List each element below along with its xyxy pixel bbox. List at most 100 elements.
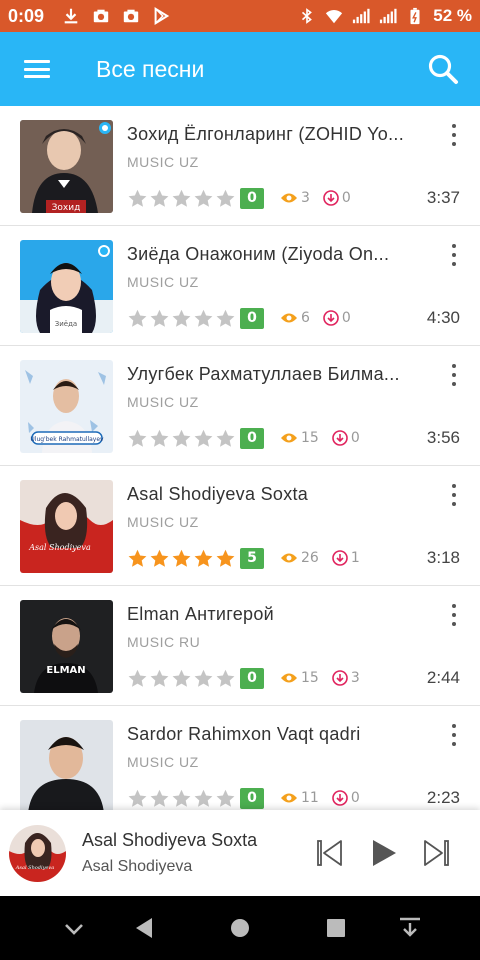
- more-vert-icon[interactable]: [450, 124, 458, 146]
- star-icon[interactable]: [127, 548, 148, 569]
- song-row[interactable]: Sardor Rahimxon Vaqt qadri MUSIC UZ 0 11…: [0, 706, 480, 810]
- download-icon: [323, 190, 339, 206]
- star-icon[interactable]: [215, 188, 236, 209]
- now-playing-title: Asal Shodiyeva Soxta: [82, 830, 258, 850]
- song-title: Зохид Ёлгонларинг (ZOHID Yo...: [127, 124, 404, 144]
- rating-stars[interactable]: [127, 188, 236, 209]
- star-icon[interactable]: [149, 788, 170, 809]
- now-playing-artist: Asal Shodiyeva: [82, 858, 193, 875]
- more-vert-icon[interactable]: [450, 244, 458, 266]
- star-icon[interactable]: [193, 788, 214, 809]
- song-row[interactable]: Зиёда Зиёда Онажоним (Ziyoda On... MUSIC…: [0, 226, 480, 346]
- download-notification-icon: [64, 8, 78, 24]
- app-bar: Все песни: [0, 32, 480, 106]
- views-count: 3: [301, 190, 310, 206]
- star-icon[interactable]: [215, 428, 236, 449]
- star-icon[interactable]: [193, 308, 214, 329]
- views-count: 11: [301, 790, 319, 806]
- star-icon[interactable]: [193, 188, 214, 209]
- star-icon[interactable]: [215, 548, 236, 569]
- bluetooth-icon: [302, 8, 313, 24]
- views-count: 15: [301, 670, 319, 686]
- downloads-count: 0: [350, 790, 360, 806]
- rating-stars[interactable]: [127, 548, 236, 569]
- song-subtitle: MUSIC UZ: [127, 754, 199, 770]
- chevron-down-icon[interactable]: [60, 914, 88, 942]
- star-icon[interactable]: [215, 788, 236, 809]
- song-thumbnail: Asal Shodiyeva: [20, 480, 113, 573]
- song-title: Sardor Rahimxon Vaqt qadri: [127, 724, 361, 744]
- song-duration: 2:23: [426, 788, 460, 807]
- stats: 3 0: [280, 190, 351, 206]
- song-row[interactable]: Ulug'bek Rahmatullayev Улугбек Рахматулл…: [0, 346, 480, 466]
- signal-icon: [380, 8, 397, 24]
- star-icon[interactable]: [171, 788, 192, 809]
- more-vert-icon[interactable]: [450, 724, 458, 746]
- star-icon[interactable]: [127, 308, 148, 329]
- recents-icon[interactable]: [322, 914, 350, 942]
- star-icon[interactable]: [193, 428, 214, 449]
- rating-stars[interactable]: [127, 308, 236, 329]
- mini-player[interactable]: Asal Shodiyeva Asal Shodiyeva Soxta Asal…: [0, 810, 480, 896]
- now-playing-artwork: Asal Shodiyeva: [9, 825, 66, 882]
- star-icon[interactable]: [127, 428, 148, 449]
- song-title: Зиёда Онажоним (Ziyoda On...: [127, 244, 390, 264]
- notification-pulldown-icon[interactable]: [396, 914, 424, 942]
- star-icon[interactable]: [171, 308, 192, 329]
- eye-icon: [281, 433, 297, 443]
- search-icon[interactable]: [426, 52, 460, 86]
- rating-badge: 0: [240, 668, 264, 689]
- star-icon[interactable]: [171, 188, 192, 209]
- star-icon[interactable]: [193, 668, 214, 689]
- star-icon[interactable]: [149, 188, 170, 209]
- rating-stars[interactable]: [127, 668, 236, 689]
- skip-next-icon[interactable]: [422, 838, 450, 868]
- back-icon[interactable]: [130, 914, 158, 942]
- rating-badge: 0: [240, 188, 264, 209]
- star-icon[interactable]: [171, 428, 192, 449]
- song-duration: 4:30: [426, 308, 460, 327]
- rating-stars[interactable]: [127, 428, 236, 449]
- thumb-caption: ELMAN: [46, 665, 85, 676]
- downloads-count: 0: [341, 190, 351, 206]
- play-icon[interactable]: [370, 838, 398, 868]
- eye-icon: [281, 793, 297, 803]
- rating-badge: 0: [240, 788, 264, 809]
- song-row[interactable]: Asal Shodiyeva Asal Shodiyeva Soxta MUSI…: [0, 466, 480, 586]
- star-icon[interactable]: [215, 668, 236, 689]
- more-vert-icon[interactable]: [450, 484, 458, 506]
- star-icon[interactable]: [149, 308, 170, 329]
- more-vert-icon[interactable]: [450, 604, 458, 626]
- star-icon[interactable]: [193, 548, 214, 569]
- download-icon: [332, 670, 348, 686]
- more-vert-icon[interactable]: [450, 364, 458, 386]
- hamburger-icon[interactable]: [24, 60, 50, 78]
- song-title: Elman Антигерой: [127, 604, 275, 624]
- star-icon[interactable]: [149, 668, 170, 689]
- song-row[interactable]: ELMAN Elman Антигерой MUSIC RU 0 15 3 2:…: [0, 586, 480, 706]
- home-icon[interactable]: [226, 914, 254, 942]
- camera-icon: [123, 9, 139, 23]
- star-icon[interactable]: [171, 668, 192, 689]
- star-icon[interactable]: [127, 668, 148, 689]
- rating-stars[interactable]: [127, 788, 236, 809]
- star-icon[interactable]: [149, 548, 170, 569]
- wifi-icon: [326, 10, 343, 24]
- song-row[interactable]: Зохид Зохид Ёлгонларинг (ZOHID Yo... MUS…: [0, 106, 480, 226]
- song-subtitle: MUSIC UZ: [127, 274, 199, 290]
- skip-previous-icon[interactable]: [316, 838, 344, 868]
- rating-badge: 5: [240, 548, 264, 569]
- signal-icon: [353, 8, 370, 24]
- star-icon[interactable]: [127, 788, 148, 809]
- battery-icon: [410, 7, 420, 25]
- rating-badge: 0: [240, 428, 264, 449]
- art-caption: Asal Shodiyeva: [15, 865, 54, 871]
- play-store-icon: [154, 7, 170, 25]
- star-icon[interactable]: [149, 428, 170, 449]
- star-icon[interactable]: [171, 548, 192, 569]
- eye-icon: [281, 193, 297, 203]
- download-icon: [332, 790, 348, 806]
- star-icon[interactable]: [127, 188, 148, 209]
- star-icon[interactable]: [215, 308, 236, 329]
- song-list[interactable]: Зохид Зохид Ёлгонларинг (ZOHID Yo... MUS…: [0, 106, 480, 810]
